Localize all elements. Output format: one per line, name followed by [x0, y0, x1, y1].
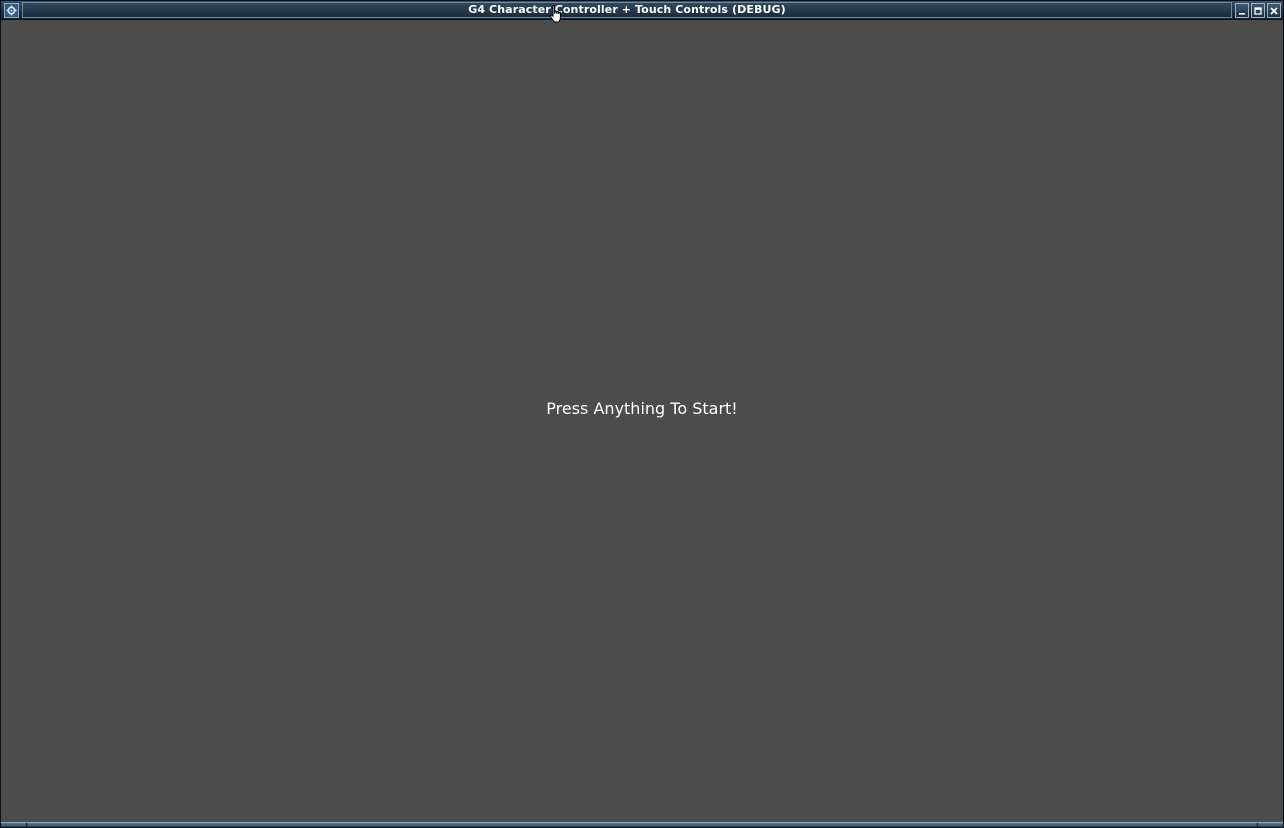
application-window: G4 Character Controller + Touch Controls… — [0, 0, 1284, 828]
gear-icon — [6, 5, 17, 16]
resize-grip-right[interactable] — [1257, 823, 1283, 827]
minimize-button[interactable] — [1235, 3, 1249, 18]
window-menu-button[interactable] — [4, 3, 19, 18]
title-area[interactable]: G4 Character Controller + Touch Controls… — [22, 2, 1232, 18]
maximize-icon — [1254, 6, 1262, 15]
close-button[interactable] — [1267, 3, 1281, 18]
close-icon — [1270, 6, 1278, 15]
mouse-cursor-icon — [550, 5, 561, 23]
game-viewport[interactable]: Press Anything To Start! — [1, 20, 1283, 822]
resize-grip-left[interactable] — [1, 823, 27, 827]
start-prompt: Press Anything To Start! — [546, 399, 738, 418]
maximize-button[interactable] — [1251, 3, 1265, 18]
window-titlebar[interactable]: G4 Character Controller + Touch Controls… — [1, 1, 1283, 20]
minimize-icon — [1239, 12, 1245, 15]
window-title: G4 Character Controller + Touch Controls… — [468, 3, 786, 16]
window-bottom-border[interactable] — [1, 822, 1283, 827]
